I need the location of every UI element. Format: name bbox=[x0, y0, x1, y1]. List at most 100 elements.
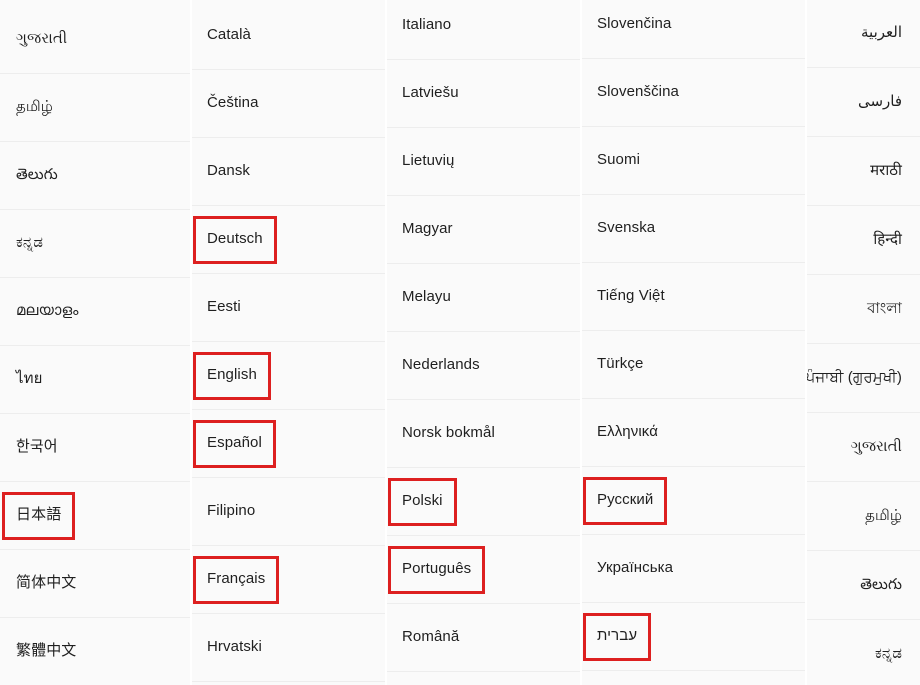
language-label: Suomi bbox=[597, 151, 641, 169]
language-label: Ελληνικά bbox=[597, 423, 658, 441]
language-list-item[interactable]: Latviešu bbox=[386, 60, 580, 128]
language-list-item[interactable]: Français bbox=[191, 546, 385, 614]
language-list-item[interactable]: Magyar bbox=[386, 196, 580, 264]
language-list-item[interactable]: বাংলা bbox=[806, 275, 920, 344]
language-list-item[interactable]: తెలుగు bbox=[806, 551, 920, 620]
language-list-item[interactable]: Tiếng Việt bbox=[581, 263, 805, 331]
language-label: 简体中文 bbox=[16, 574, 77, 592]
language-label: العربية bbox=[861, 23, 902, 41]
language-list-item[interactable]: עברית bbox=[581, 603, 805, 671]
language-list-item[interactable]: Dansk bbox=[191, 138, 385, 206]
language-column-2[interactable]: Català Čeština Dansk Deutsch Eesti English Esp… bbox=[191, 0, 385, 685]
language-list-item[interactable]: فارسی bbox=[806, 68, 920, 137]
language-list-item[interactable]: ગુજરાતી bbox=[806, 413, 920, 482]
language-label: Slovenčina bbox=[597, 15, 672, 33]
language-list-item[interactable]: Svenska bbox=[581, 195, 805, 263]
language-list-item[interactable]: Română bbox=[386, 604, 580, 672]
language-list-item[interactable]: मराठी bbox=[806, 137, 920, 206]
language-label: Melayu bbox=[402, 288, 451, 306]
language-list-item[interactable]: Eesti bbox=[191, 274, 385, 342]
language-label: ਪੰਜਾਬੀ (ਗੁਰਮੁਖੀ) bbox=[806, 368, 902, 386]
language-label: עברית bbox=[597, 627, 638, 645]
language-label: മലയാളം bbox=[16, 302, 79, 320]
language-column-3[interactable]: Italiano Latviešu Lietuvių Magyar Melayu Nede… bbox=[386, 0, 580, 685]
language-list-item[interactable]: हिन्दी bbox=[806, 206, 920, 275]
language-label: ಕನ್ನಡ bbox=[875, 644, 902, 662]
language-list-item[interactable]: ಕನ್ನಡ bbox=[806, 620, 920, 685]
language-label: Українська bbox=[597, 559, 674, 577]
language-list-item[interactable]: Polski bbox=[386, 468, 580, 536]
language-list-item[interactable]: 繁體中文 bbox=[0, 618, 190, 685]
language-list-item[interactable]: Hrvatski bbox=[191, 614, 385, 682]
language-list-item[interactable]: தமிழ் bbox=[806, 482, 920, 551]
language-column-4[interactable]: Slovenčina Slovenščina Suomi Svenska Tiếng V… bbox=[581, 0, 805, 685]
language-label: ગુજરાતી bbox=[850, 437, 902, 455]
language-label: 繁體中文 bbox=[16, 642, 77, 660]
language-column-scroll-strip[interactable]: العربية فارسی मराठी हिन्दी বাংলা ਪੰਜਾਬੀ (ਗੁਰਮ… bbox=[806, 0, 920, 685]
language-label: मराठी bbox=[870, 161, 902, 179]
language-label: Русский bbox=[597, 491, 654, 509]
language-label: Deutsch bbox=[207, 230, 263, 248]
language-label: ಕನ್ನಡ bbox=[16, 234, 43, 252]
language-label: Eesti bbox=[207, 298, 241, 316]
language-list-item[interactable]: ગુજરાતી bbox=[0, 6, 190, 74]
language-label: Norsk bokmål bbox=[402, 424, 495, 442]
language-label: தமிழ் bbox=[865, 506, 902, 524]
language-list-item[interactable]: Українська bbox=[581, 535, 805, 603]
language-list-item[interactable]: Русский bbox=[581, 467, 805, 535]
language-label: Hrvatski bbox=[207, 638, 262, 656]
language-list-item[interactable]: Italiano bbox=[386, 0, 580, 60]
language-list-item[interactable]: English bbox=[191, 342, 385, 410]
language-column-scroll-strip[interactable]: Slovenčina Slovenščina Suomi Svenska Tiếng V… bbox=[581, 0, 805, 671]
language-list-item[interactable]: 한국어 bbox=[0, 414, 190, 482]
language-list-item[interactable]: Melayu bbox=[386, 264, 580, 332]
language-label: Polski bbox=[402, 492, 443, 510]
language-list-item[interactable]: Português bbox=[386, 536, 580, 604]
language-list-item[interactable]: తెలుగు bbox=[0, 142, 190, 210]
language-label: ગુજરાતી bbox=[16, 30, 68, 48]
language-label: Čeština bbox=[207, 94, 259, 112]
language-selection-screen: ગુજરાતી தமிழ் తెలుగు ಕನ್ನಡ മലയാളം ไทย 한국어 日本語简体… bbox=[0, 0, 920, 685]
language-list-item[interactable]: Deutsch bbox=[191, 206, 385, 274]
language-column-scroll-strip[interactable]: ગુજરાતી தமிழ் తెలుగు ಕನ್ನಡ മലയാളം ไทย 한국어 日本語简体… bbox=[0, 6, 190, 685]
language-list-item[interactable]: മലയാളം bbox=[0, 278, 190, 346]
language-label: Lietuvių bbox=[402, 152, 455, 170]
language-label: Türkçe bbox=[597, 355, 644, 373]
language-list-item[interactable]: Español bbox=[191, 410, 385, 478]
language-list-item[interactable]: ไทย bbox=[0, 346, 190, 414]
language-list-item[interactable]: Türkçe bbox=[581, 331, 805, 399]
language-label: Català bbox=[207, 26, 251, 44]
language-list-item[interactable]: ಕನ್ನಡ bbox=[0, 210, 190, 278]
language-list-item[interactable]: Slovenščina bbox=[581, 59, 805, 127]
language-label: Română bbox=[402, 628, 460, 646]
language-column-1[interactable]: ગુજરાતી தமிழ் తెలుగు ಕನ್ನಡ മലയാളം ไทย 한국어 日本語简体… bbox=[0, 0, 190, 685]
language-label: বাংলা bbox=[867, 299, 902, 317]
language-label: தமிழ் bbox=[16, 98, 53, 116]
language-list-item[interactable]: Nederlands bbox=[386, 332, 580, 400]
language-list-item[interactable]: العربية bbox=[806, 0, 920, 68]
language-label: Português bbox=[402, 560, 472, 578]
language-list-item[interactable]: Suomi bbox=[581, 127, 805, 195]
language-list-item[interactable]: ਪੰਜਾਬੀ (ਗੁਰਮੁਖੀ) bbox=[806, 344, 920, 413]
language-list-item[interactable]: Čeština bbox=[191, 70, 385, 138]
language-list-item[interactable]: Slovenčina bbox=[581, 0, 805, 59]
language-column-scroll-strip[interactable]: Italiano Latviešu Lietuvių Magyar Melayu Nede… bbox=[386, 0, 580, 672]
language-column-5[interactable]: العربية فارسی मराठी हिन्दी বাংলা ਪੰਜਾਬੀ (ਗੁਰਮ… bbox=[806, 0, 920, 685]
language-list-item[interactable]: Norsk bokmål bbox=[386, 400, 580, 468]
language-list-item[interactable]: தமிழ் bbox=[0, 74, 190, 142]
language-label: Magyar bbox=[402, 220, 453, 238]
language-list-item[interactable]: Ελληνικά bbox=[581, 399, 805, 467]
language-label: ไทย bbox=[16, 370, 43, 388]
language-label: English bbox=[207, 366, 257, 384]
language-list-item[interactable]: Filipino bbox=[191, 478, 385, 546]
language-label: Español bbox=[207, 434, 262, 452]
language-list-item[interactable]: 简体中文 bbox=[0, 550, 190, 618]
language-label: Filipino bbox=[207, 502, 256, 520]
language-list-item[interactable]: Lietuvių bbox=[386, 128, 580, 196]
language-label: తెలుగు bbox=[16, 166, 58, 184]
language-column-scroll-strip[interactable]: Català Čeština Dansk Deutsch Eesti English Esp… bbox=[191, 2, 385, 682]
language-label: हिन्दी bbox=[873, 230, 902, 248]
language-list-item[interactable]: 日本語 bbox=[0, 482, 190, 550]
language-list-item[interactable]: Català bbox=[191, 2, 385, 70]
language-label: Tiếng Việt bbox=[597, 287, 665, 305]
